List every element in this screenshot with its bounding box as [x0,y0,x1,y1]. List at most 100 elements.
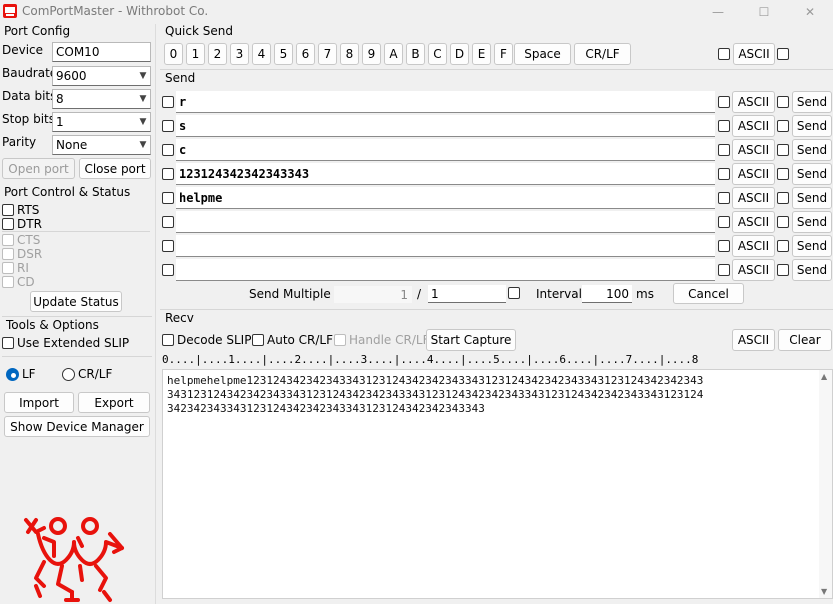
send-row-select-checkbox[interactable] [162,96,174,108]
cancel-button[interactable]: Cancel [673,283,744,304]
import-button[interactable]: Import [4,392,74,413]
parity-select[interactable]: None ▼ [52,135,151,155]
decode-slip-checkbox[interactable] [162,334,174,346]
send-row-auto-checkbox[interactable] [777,120,789,132]
send-row-auto-checkbox[interactable] [777,96,789,108]
recv-text-area[interactable]: helpmehelpme1231243423423433431231243423… [162,369,833,599]
quick-key-b-button[interactable]: B [406,43,425,65]
send-row-auto-checkbox[interactable] [777,240,789,252]
send-row-ascii-checkbox[interactable] [718,168,730,180]
send-row-ascii-checkbox[interactable] [718,264,730,276]
send-row-send-button[interactable]: Send [792,139,832,161]
send-row-input[interactable] [176,211,715,233]
export-button[interactable]: Export [78,392,150,413]
stopbits-select[interactable]: 1 ▼ [52,112,151,132]
device-field[interactable]: COM10 [52,42,151,62]
quick-ascii-button[interactable]: ASCII [733,43,775,65]
send-row-input[interactable]: 123124342342343343 [176,163,715,185]
databits-select[interactable]: 8 ▼ [52,89,151,109]
send-row-auto-checkbox[interactable] [777,216,789,228]
clear-button[interactable]: Clear [778,329,832,351]
send-row-input[interactable] [176,235,715,257]
quick-key-7-button[interactable]: 7 [318,43,337,65]
send-multiple-checkbox[interactable] [508,287,520,299]
send-row-auto-checkbox[interactable] [777,264,789,276]
send-row-ascii-button[interactable]: ASCII [732,187,775,209]
send-row-ascii-button[interactable]: ASCII [732,91,775,113]
scroll-up-icon[interactable]: ▲ [821,372,827,381]
send-row-send-button[interactable]: Send [792,235,832,257]
quick-key-2-button[interactable]: 2 [208,43,227,65]
send-row-ascii-button[interactable]: ASCII [732,235,775,257]
close-port-button[interactable]: Close port [79,158,151,179]
send-row-input[interactable]: s [176,115,715,137]
interval-input[interactable]: 100 [582,285,632,303]
send-row-auto-checkbox[interactable] [777,168,789,180]
send-row-ascii-checkbox[interactable] [718,192,730,204]
extended-slip-checkbox[interactable] [2,337,14,349]
send-row-select-checkbox[interactable] [162,144,174,156]
send-row-send-button[interactable]: Send [792,211,832,233]
send-row-ascii-checkbox[interactable] [718,96,730,108]
send-row-send-button[interactable]: Send [792,163,832,185]
maximize-button[interactable]: ☐ [741,0,787,24]
quick-key-f-button[interactable]: F [494,43,513,65]
send-row-select-checkbox[interactable] [162,216,174,228]
auto-crlf-checkbox[interactable] [252,334,264,346]
close-window-button[interactable]: ✕ [787,0,833,24]
scroll-down-icon[interactable]: ▼ [821,587,827,596]
start-capture-button[interactable]: Start Capture [426,329,516,351]
baudrate-select[interactable]: 9600 ▼ [52,66,151,86]
send-row-select-checkbox[interactable] [162,168,174,180]
quick-key-d-button[interactable]: D [450,43,469,65]
send-row-ascii-checkbox[interactable] [718,240,730,252]
send-row-send-button[interactable]: Send [792,115,832,137]
quick-space-button[interactable]: Space [514,43,571,65]
quick-key-c-button[interactable]: C [428,43,447,65]
show-device-manager-button[interactable]: Show Device Manager [4,416,150,437]
send-row-input[interactable]: c [176,139,715,161]
quick-key-3-button[interactable]: 3 [230,43,249,65]
send-row-auto-checkbox[interactable] [777,192,789,204]
recv-scrollbar[interactable]: ▲ ▼ [819,370,832,598]
dtr-checkbox[interactable] [2,218,14,230]
send-row-select-checkbox[interactable] [162,264,174,276]
quick-key-5-button[interactable]: 5 [274,43,293,65]
quick-key-9-button[interactable]: 9 [362,43,381,65]
send-row-send-button[interactable]: Send [792,187,832,209]
quick-key-4-button[interactable]: 4 [252,43,271,65]
quick-key-e-button[interactable]: E [472,43,491,65]
minimize-button[interactable]: — [695,0,741,24]
send-multiple-total[interactable]: 1 [428,285,506,303]
send-row-ascii-button[interactable]: ASCII [732,211,775,233]
send-row-ascii-checkbox[interactable] [718,216,730,228]
quick-crlf-button[interactable]: CR/LF [574,43,631,65]
send-row-ascii-checkbox[interactable] [718,120,730,132]
send-row-send-button[interactable]: Send [792,259,832,281]
open-port-button[interactable]: Open port [2,158,75,179]
send-row-send-button[interactable]: Send [792,91,832,113]
rts-checkbox[interactable] [2,204,14,216]
update-status-button[interactable]: Update Status [30,291,122,312]
quick-key-6-button[interactable]: 6 [296,43,315,65]
quick-ascii-left-checkbox[interactable] [718,48,730,60]
quick-key-0-button[interactable]: 0 [164,43,183,65]
send-row-ascii-checkbox[interactable] [718,144,730,156]
lf-radio[interactable] [6,368,19,381]
quick-ascii-right-checkbox[interactable] [777,48,789,60]
send-row-auto-checkbox[interactable] [777,144,789,156]
send-row-select-checkbox[interactable] [162,192,174,204]
send-row-input[interactable] [176,259,715,281]
send-row-ascii-button[interactable]: ASCII [732,259,775,281]
send-row-input[interactable]: r [176,91,715,113]
send-row-ascii-button[interactable]: ASCII [732,139,775,161]
send-row-input[interactable]: helpme [176,187,715,209]
send-row-ascii-button[interactable]: ASCII [732,163,775,185]
send-row-select-checkbox[interactable] [162,240,174,252]
crlf-radio[interactable] [62,368,75,381]
recv-ascii-button[interactable]: ASCII [732,329,775,351]
send-row-select-checkbox[interactable] [162,120,174,132]
quick-key-8-button[interactable]: 8 [340,43,359,65]
send-row-ascii-button[interactable]: ASCII [732,115,775,137]
quick-key-1-button[interactable]: 1 [186,43,205,65]
